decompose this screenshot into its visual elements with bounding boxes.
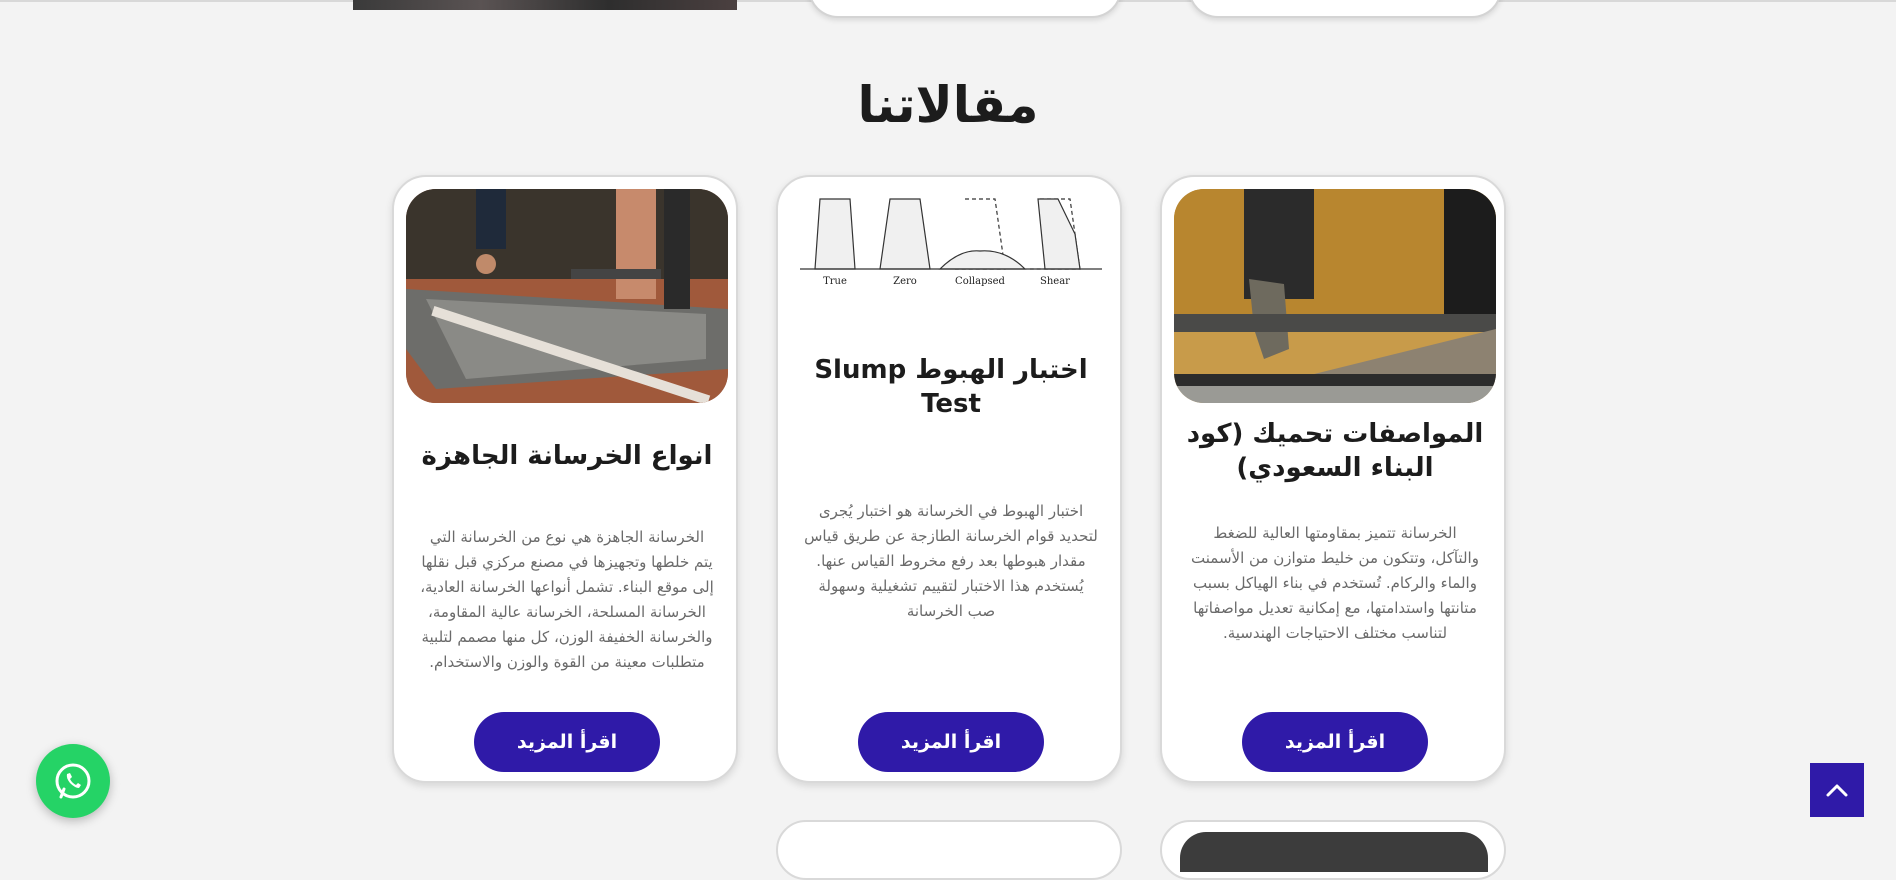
previous-section-card bbox=[1188, 0, 1502, 18]
chevron-up-icon bbox=[1826, 784, 1848, 797]
article-next-image bbox=[1180, 832, 1488, 872]
diagram-label: True bbox=[823, 276, 847, 287]
read-more-button[interactable]: اقرأ المزيد bbox=[474, 712, 660, 772]
article-title[interactable]: اختبار الهبوط Slump Test bbox=[798, 353, 1104, 421]
article-excerpt: الخرسانة الجاهزة هي نوع من الخرسانة التي… bbox=[420, 528, 714, 671]
article-title[interactable]: المواصفات تحميك (كود البناء السعودي) bbox=[1182, 417, 1488, 485]
article-card-next bbox=[1160, 820, 1506, 880]
read-more-button[interactable]: اقرأ المزيد bbox=[1242, 712, 1428, 772]
concrete-leveling-image[interactable] bbox=[406, 189, 728, 403]
section-title: مقالاتنا bbox=[857, 76, 1039, 134]
whatsapp-icon bbox=[55, 763, 91, 799]
whatsapp-button[interactable] bbox=[36, 744, 110, 818]
scroll-to-top-button[interactable] bbox=[1810, 763, 1864, 817]
article-card-next bbox=[776, 820, 1122, 880]
diagram-label: Collapsed bbox=[955, 276, 1005, 287]
article-card: انواع الخرسانة الجاهزة الخرسانة الجاهزة … bbox=[392, 175, 738, 783]
article-excerpt: اختبار الهبوط في الخرسانة هو اختبار يُجر… bbox=[804, 502, 1098, 620]
previous-section-image bbox=[353, 0, 737, 10]
article-title[interactable]: انواع الخرسانة الجاهزة bbox=[414, 439, 720, 473]
read-more-button[interactable]: اقرأ المزيد bbox=[858, 712, 1044, 772]
article-card: المواصفات تحميك (كود البناء السعودي) الخ… bbox=[1160, 175, 1506, 783]
concrete-pouring-image[interactable] bbox=[1174, 189, 1496, 403]
previous-section-card bbox=[808, 0, 1122, 18]
diagram-label: Shear bbox=[1040, 276, 1070, 287]
diagram-label: Zero bbox=[893, 276, 917, 287]
article-card: True Zero Collapsed Shear اختبار الهبوط … bbox=[776, 175, 1122, 783]
article-excerpt: الخرسانة تتميز بمقاومتها العالية للضغط و… bbox=[1191, 524, 1479, 642]
